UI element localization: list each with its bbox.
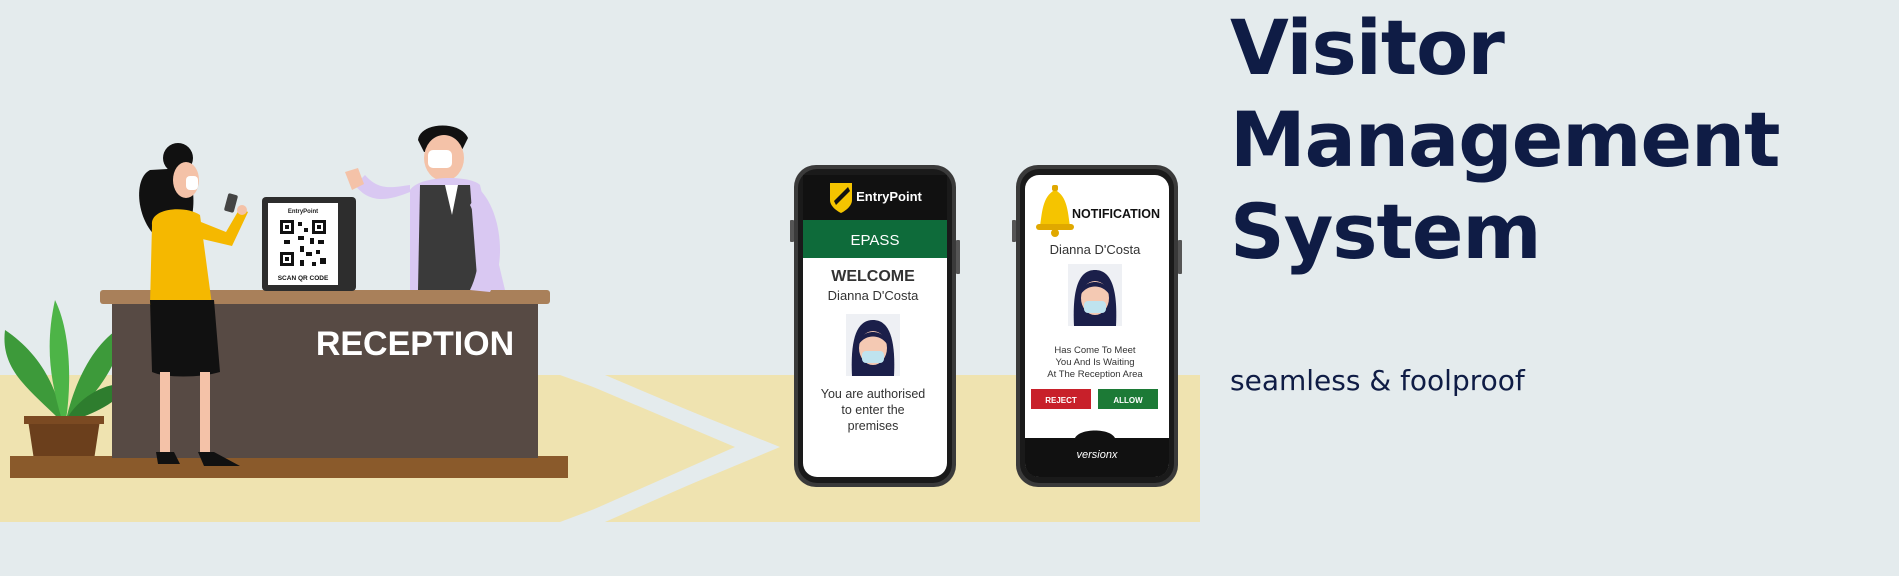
notification-footer-brand: versionx xyxy=(1077,449,1118,461)
notification-header: NOTIFICATION xyxy=(1072,207,1160,221)
phone-notification: NOTIFICATION Dianna D'Costa Has Come To … xyxy=(1012,165,1182,487)
title-line-2: Management xyxy=(1230,95,1780,184)
qr-stand-brand: EntryPoint xyxy=(288,209,318,215)
epass-message-line3: premises xyxy=(848,419,899,433)
reject-button[interactable]: REJECT xyxy=(1031,389,1091,409)
epass-visitor-name: Dianna D'Costa xyxy=(828,288,919,303)
epass-welcome: WELCOME xyxy=(831,268,915,285)
title-line-3: System xyxy=(1230,187,1542,276)
qr-stand: EntryPoint SCAN QR CODE xyxy=(262,197,356,291)
receptionist-man xyxy=(345,125,505,292)
qr-code-icon xyxy=(280,220,326,266)
epass-brand: EntryPoint xyxy=(856,189,922,204)
allow-button[interactable]: ALLOW xyxy=(1098,389,1158,409)
page-subtitle: seamless & foolproof xyxy=(1230,364,1525,397)
notification-visitor-name: Dianna D'Costa xyxy=(1050,242,1141,257)
reject-button-label: REJECT xyxy=(1045,396,1077,405)
allow-button-label: ALLOW xyxy=(1113,396,1143,405)
epass-message-line1: You are authorised xyxy=(821,387,926,401)
visitor-avatar xyxy=(1068,264,1122,326)
qr-stand-caption: SCAN QR CODE xyxy=(278,275,329,282)
phone-epass: EntryPoint EPASS WELCOME Dianna D'Costa … xyxy=(790,165,960,487)
title-line-1: Visitor xyxy=(1230,3,1505,92)
notification-message-line3: At The Reception Area xyxy=(1047,369,1143,380)
epass-message-line2: to enter the xyxy=(841,403,904,417)
notification-message-line2: You And Is Waiting xyxy=(1055,357,1134,368)
page-title: Visitor Management System xyxy=(1230,2,1780,278)
notification-message-line1: Has Come To Meet xyxy=(1054,345,1135,356)
epass-header: EPASS xyxy=(851,232,900,249)
desk-label: RECEPTION xyxy=(316,325,514,363)
hero-banner: RECEPTION EntryPoint SCAN QR CODE EntryP… xyxy=(0,0,1899,571)
visitor-avatar xyxy=(846,314,900,376)
